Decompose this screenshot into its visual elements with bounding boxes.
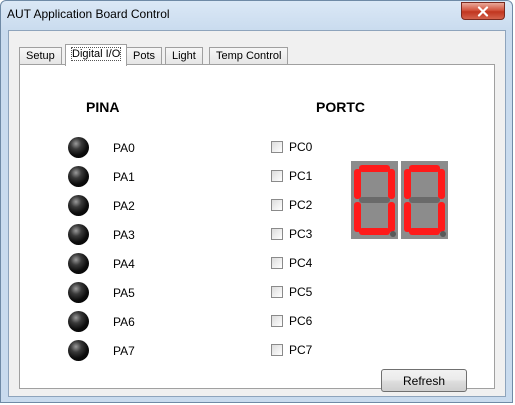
portc-heading: PORTC [316,99,365,115]
tab-setup[interactable]: Setup [19,47,62,65]
segment-e [404,202,411,232]
title-bar[interactable]: AUT Application Board Control [1,1,512,31]
pin-label: PA6 [113,315,135,329]
segment-e [354,202,361,232]
pin-label: PA4 [113,257,135,271]
pin-label: PA2 [113,199,135,213]
portc-checkbox[interactable] [271,344,283,356]
pin-label: PA7 [113,344,135,358]
tab-pots[interactable]: Pots [126,47,163,65]
digital-io-panel: PINA PORTC PA0 PA1 PA2 PA3 PA4 PA5 PA6 PA7 PC0 P… [19,64,495,392]
close-icon [477,5,489,17]
tab-label: Digital I/O [70,47,122,61]
tab-label: Light [172,50,196,62]
checkbox-label[interactable]: PC2 [289,198,312,212]
portc-checkbox[interactable] [271,315,283,327]
segment-c [388,202,395,232]
segment-b [438,169,445,199]
checkbox-label[interactable]: PC4 [289,256,312,270]
led-indicator [68,282,89,303]
tab-temp-control[interactable]: Temp Control [209,47,289,65]
portc-checkbox[interactable] [271,199,283,211]
tab-digital-io[interactable]: Digital I/O [65,44,128,66]
segment-f [354,169,361,199]
segment-a [409,165,440,172]
close-button[interactable] [461,2,505,20]
checkbox-label[interactable]: PC3 [289,227,312,241]
checkbox-label[interactable]: PC7 [289,343,312,357]
segment-d [359,228,390,235]
led-indicator [68,340,89,361]
portc-checkbox[interactable] [271,286,283,298]
pin-label: PA0 [113,141,135,155]
led-indicator [68,195,89,216]
led-indicator [68,253,89,274]
led-indicator [68,137,89,158]
segment-c [438,202,445,232]
segment-a [359,165,390,172]
refresh-button[interactable]: Refresh [381,369,467,392]
portc-checkbox[interactable] [271,170,283,182]
pin-label: PA1 [113,170,135,184]
tab-light[interactable]: Light [165,47,203,65]
app-window: AUT Application Board Control Setup Digi… [0,0,513,403]
led-indicator [68,224,89,245]
led-indicator [68,311,89,332]
tab-label: Pots [133,50,156,62]
decimal-point [390,231,396,237]
segment-d [409,228,440,235]
segment-b [388,169,395,199]
checkbox-label[interactable]: PC5 [289,285,312,299]
led-indicator [68,166,89,187]
pina-heading: PINA [86,99,120,115]
portc-checkbox[interactable] [271,141,283,153]
seven-segment-digit-ones [401,161,448,239]
segment-f [404,169,411,199]
portc-checkbox[interactable] [271,228,283,240]
tab-label: Temp Control [216,50,282,62]
portc-checkbox[interactable] [271,257,283,269]
segment-g [359,197,390,203]
pin-label: PA3 [113,228,135,242]
checkbox-label[interactable]: PC0 [289,140,312,154]
tab-label: Setup [26,50,55,62]
checkbox-label[interactable]: PC1 [289,169,312,183]
decimal-point [440,231,446,237]
checkbox-label[interactable]: PC6 [289,314,312,328]
client-area: Setup Digital I/O Pots Light Temp Contro… [8,30,506,397]
seven-segment-digit-tens [351,161,398,239]
pin-label: PA5 [113,286,135,300]
segment-g [409,197,440,203]
window-title: AUT Application Board Control [7,7,170,21]
